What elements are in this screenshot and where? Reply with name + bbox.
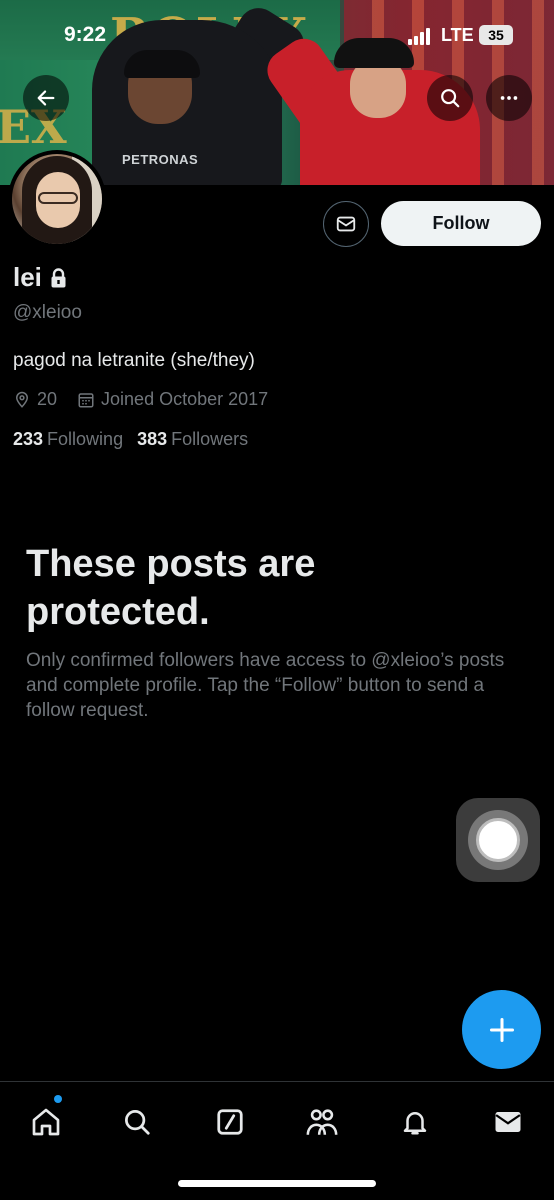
search-icon <box>441 89 460 108</box>
envelope-icon <box>336 216 356 232</box>
search-button[interactable] <box>427 75 473 121</box>
tab-search[interactable] <box>115 1100 159 1144</box>
protected-title: These posts are protected. <box>26 543 316 633</box>
profile-joined: Joined October 2017 <box>101 389 269 409</box>
tab-grok[interactable] <box>208 1100 252 1144</box>
home-icon <box>32 1108 60 1136</box>
tab-messages[interactable] <box>486 1100 530 1144</box>
profile-name: lei <box>13 262 42 292</box>
signal-icon <box>408 28 434 45</box>
following-label: Following <box>47 429 124 449</box>
tab-notifications[interactable] <box>393 1100 437 1144</box>
followers-label: Followers <box>171 429 249 449</box>
back-button[interactable] <box>23 75 69 121</box>
profile-handle: @xleioo <box>13 302 82 323</box>
battery-icon: 35 <box>479 25 513 45</box>
profile-bio: pagod na letranite (she/they) <box>13 350 255 371</box>
more-button[interactable] <box>486 75 532 121</box>
follow-counts: 233 Following 383 Followers <box>13 429 248 450</box>
communities-icon <box>306 1109 338 1135</box>
tab-communities[interactable] <box>300 1100 344 1144</box>
profile-location: 20 <box>37 389 58 409</box>
avatar[interactable] <box>8 150 106 248</box>
status-time: 9:22 <box>64 23 107 46</box>
plus-icon <box>489 1017 514 1042</box>
lock-icon <box>51 267 66 287</box>
more-icon <box>500 96 518 100</box>
grok-icon <box>217 1109 243 1135</box>
search-icon <box>125 1110 150 1135</box>
followers-count: 383 <box>137 429 168 449</box>
following-link[interactable]: 233 Following <box>13 429 123 450</box>
assistive-touch-button[interactable] <box>456 798 540 882</box>
calendar-icon <box>78 392 94 407</box>
follow-button[interactable]: Follow <box>381 201 541 246</box>
message-button[interactable] <box>323 201 369 247</box>
messages-icon <box>495 1112 521 1132</box>
arrow-left-icon <box>37 90 55 106</box>
notifications-icon <box>403 1112 427 1135</box>
profile-meta: 20 Joined October 2017 <box>13 389 288 410</box>
profile-name-row: lei <box>13 262 67 293</box>
protected-body: Only confirmed followers have access to … <box>26 650 505 721</box>
tab-home[interactable] <box>24 1100 68 1144</box>
followers-link[interactable]: 383 Followers <box>137 429 248 450</box>
home-indicator[interactable] <box>178 1180 376 1187</box>
network-label: LTE <box>441 25 474 45</box>
home-unread-dot <box>54 1095 62 1103</box>
following-count: 233 <box>13 429 44 449</box>
location-pin-icon <box>15 391 29 408</box>
compose-button[interactable] <box>462 990 541 1069</box>
banner-jersey-text: PETRONAS <box>122 152 199 167</box>
